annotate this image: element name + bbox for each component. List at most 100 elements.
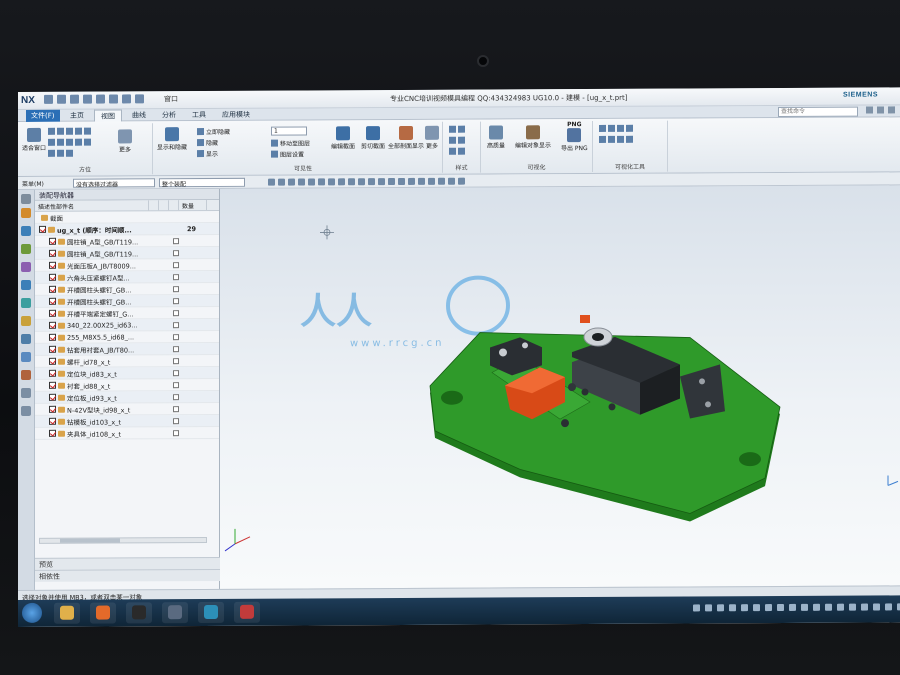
component-visibility-checkbox[interactable]: [49, 273, 56, 281]
shaded-edges-icon[interactable]: [458, 125, 465, 133]
preview-panel-header[interactable]: 预览: [35, 556, 220, 570]
component-row[interactable]: 开槽平端紧定螺钉_G...: [35, 306, 219, 320]
tray-volume-icon[interactable]: [741, 604, 748, 612]
tab-applications[interactable]: 应用模块: [216, 109, 256, 121]
section-display-button[interactable]: 全部剖面显示: [388, 125, 424, 150]
snap-grid-icon[interactable]: [418, 177, 425, 185]
constraint-navigator-icon[interactable]: [21, 225, 31, 236]
close-icon[interactable]: [888, 106, 895, 114]
roles-icon[interactable]: [21, 387, 31, 398]
component-visibility-checkbox[interactable]: [49, 333, 56, 341]
component-visibility-checkbox[interactable]: [49, 249, 56, 257]
part-navigator-icon[interactable]: [21, 243, 31, 254]
component-row[interactable]: 开槽圆柱头螺钉_GB...: [35, 282, 219, 296]
component-row[interactable]: 光面压板A_JB/T8009...: [35, 258, 219, 272]
pan-icon[interactable]: [48, 149, 55, 157]
tray-battery-icon[interactable]: [753, 604, 760, 612]
paste-icon[interactable]: [109, 94, 118, 104]
show-button[interactable]: 显示: [197, 149, 218, 158]
tray-cloud-icon[interactable]: [777, 603, 784, 612]
component-visibility-checkbox[interactable]: [49, 237, 56, 245]
rotate-icon[interactable]: [84, 138, 91, 146]
root-assembly-row[interactable]: ug_x_t (顺序：时间顺... 29: [35, 222, 219, 236]
graphics-window[interactable]: 人人 www.rrcg.cn: [220, 185, 900, 589]
tray-update-icon[interactable]: [801, 603, 808, 611]
move-to-layer-button[interactable]: 移动至图层: [271, 138, 310, 148]
taskbar-nx[interactable]: [198, 601, 224, 624]
component-row[interactable]: 六角头压紧螺钉A型...: [35, 270, 219, 284]
high-quality-button[interactable]: 高质量: [487, 125, 505, 150]
face-analysis-icon[interactable]: [458, 147, 465, 155]
web-browser-icon[interactable]: [21, 297, 31, 308]
tray-antivirus-icon[interactable]: [873, 603, 880, 611]
menu-button[interactable]: 菜单(M): [20, 179, 68, 188]
export-png-button[interactable]: PNG 导出 PNG: [561, 121, 588, 152]
snap-curve-icon[interactable]: [378, 178, 385, 186]
component-row[interactable]: 定位板_id93_x_t: [35, 390, 219, 404]
wireframe-icon[interactable]: [449, 136, 456, 144]
view-iso-icon[interactable]: [48, 127, 55, 135]
snap-endpoint-icon[interactable]: [278, 178, 285, 186]
component-visibility-checkbox[interactable]: [49, 321, 56, 329]
copy-icon[interactable]: [96, 94, 105, 104]
material-icon[interactable]: [599, 135, 606, 143]
view-back-icon[interactable]: [48, 138, 55, 146]
taskbar-pdf[interactable]: [234, 601, 260, 623]
snap-center-icon[interactable]: [298, 178, 305, 186]
undo-icon[interactable]: [57, 94, 66, 104]
column-header-name[interactable]: 描述性部件名: [35, 200, 149, 211]
taskbar-app-4[interactable]: [162, 602, 188, 624]
snap-point-on-icon[interactable]: [388, 178, 395, 186]
reflection-icon[interactable]: [626, 124, 633, 132]
component-row[interactable]: 夹具体_id108_x_t: [35, 426, 219, 440]
tab-curve[interactable]: 曲线: [126, 109, 152, 121]
tray-bluetooth-icon[interactable]: [813, 603, 820, 611]
immediate-hide-button[interactable]: 立即隐藏: [197, 127, 230, 136]
tray-arrow-icon[interactable]: [693, 604, 700, 612]
snap-tangent-icon[interactable]: [408, 177, 415, 185]
view-trimetric-icon[interactable]: [66, 138, 73, 146]
component-visibility-checkbox[interactable]: [49, 381, 56, 389]
component-visibility-checkbox[interactable]: [49, 297, 56, 305]
hd3d-tools-icon[interactable]: [21, 279, 31, 290]
window-menu-button[interactable]: 窗口: [164, 94, 178, 104]
snap-quadrant-icon[interactable]: [308, 178, 315, 186]
snap-pole-icon[interactable]: [358, 178, 365, 186]
transparency-icon[interactable]: [626, 135, 633, 143]
light-icon[interactable]: [599, 124, 606, 132]
component-visibility-checkbox[interactable]: [49, 429, 56, 437]
component-visibility-checkbox[interactable]: [49, 309, 56, 317]
file-menu-button[interactable]: 文件(F): [26, 109, 60, 122]
repeat-command-icon[interactable]: [122, 94, 131, 104]
section-row[interactable]: 截面: [35, 210, 219, 224]
view-front-icon[interactable]: [57, 127, 64, 135]
component-row[interactable]: N-42V型块_id98_x_t: [35, 402, 219, 416]
column-header-position[interactable]: [169, 200, 179, 211]
snap-bounded-icon[interactable]: [398, 177, 405, 186]
history-icon[interactable]: [21, 315, 31, 326]
component-visibility-checkbox[interactable]: [49, 345, 56, 353]
static-wireframe-icon[interactable]: [458, 136, 465, 144]
column-header-quantity[interactable]: 数量: [179, 200, 207, 211]
snap-intersection-icon[interactable]: [328, 178, 335, 186]
snap-view-icon[interactable]: [66, 149, 73, 157]
tray-misc-icon[interactable]: [837, 603, 844, 611]
component-row[interactable]: 圆柱销_A型_GB/T119...: [35, 234, 219, 248]
component-row[interactable]: 开槽圆柱头螺钉_GB...: [35, 294, 219, 308]
touch-mode-icon[interactable]: [135, 94, 144, 104]
tray-notify-icon[interactable]: [861, 603, 868, 611]
restore-view-icon[interactable]: [57, 149, 64, 157]
tab-analysis[interactable]: 分析: [156, 109, 182, 121]
column-header-modified[interactable]: [159, 200, 169, 211]
show-hide-button[interactable]: 显示和隐藏: [157, 127, 187, 151]
shaded-icon[interactable]: [449, 125, 456, 133]
select-all-icon[interactable]: [268, 178, 275, 186]
color-icon[interactable]: [617, 135, 624, 143]
component-visibility-checkbox[interactable]: [49, 261, 56, 269]
type-filter-select[interactable]: 没有选择过滤器: [73, 178, 155, 189]
component-row[interactable]: 340_22.00X25_id63...: [35, 318, 219, 332]
edit-section-button[interactable]: 编辑截面: [331, 126, 355, 150]
snap-arc-center-icon[interactable]: [338, 178, 345, 186]
clip-section-button[interactable]: 剪切截面: [361, 126, 385, 150]
command-search-input[interactable]: [778, 106, 858, 118]
